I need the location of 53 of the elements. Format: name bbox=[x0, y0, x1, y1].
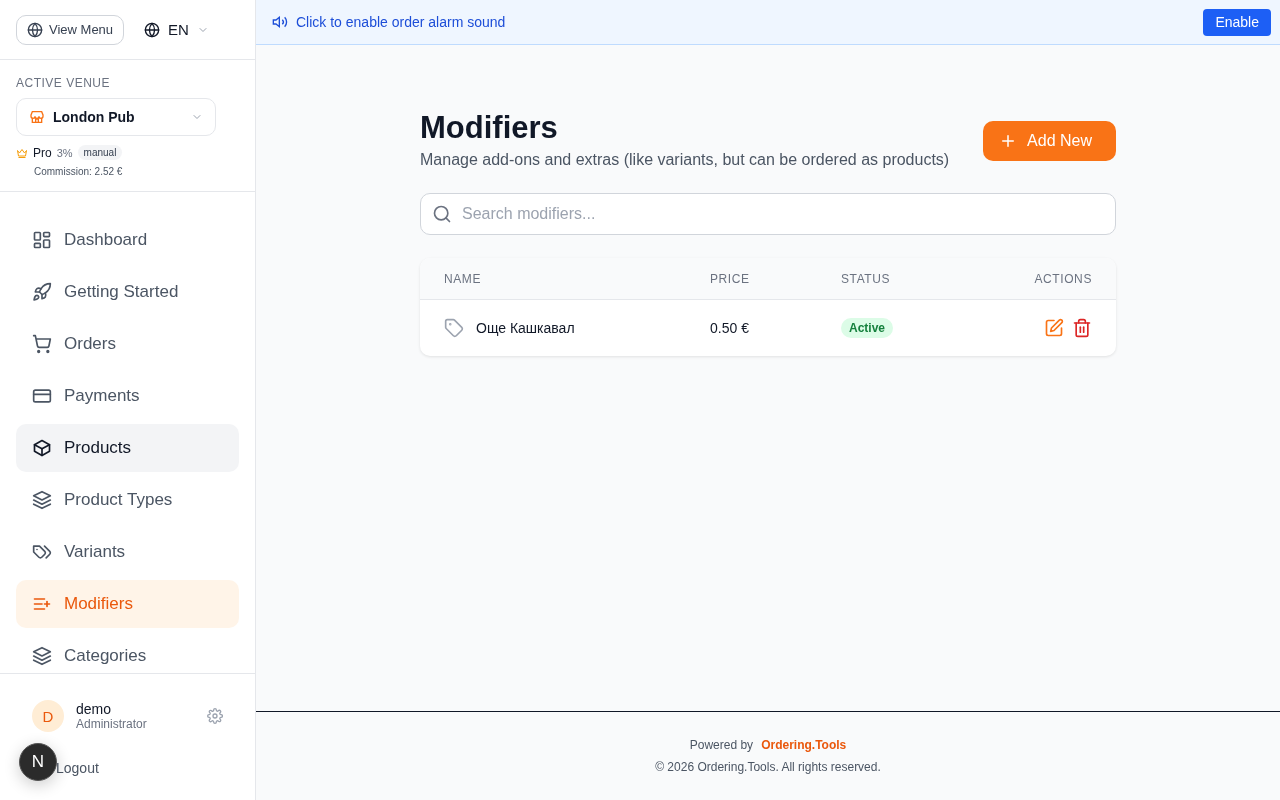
plan-mode-badge: manual bbox=[77, 145, 123, 160]
view-menu-button[interactable]: View Menu bbox=[16, 14, 125, 45]
language-selector[interactable]: EN bbox=[144, 21, 209, 38]
column-header: ACTIONS bbox=[1033, 271, 1092, 286]
enable-button[interactable]: Enable bbox=[1203, 8, 1271, 36]
plan-name: Pro bbox=[33, 145, 52, 160]
page-title: Modifiers bbox=[420, 109, 559, 147]
layers-icon bbox=[32, 490, 52, 510]
search-field[interactable]: Search modifiers... bbox=[420, 193, 1116, 235]
dev-tools-badge[interactable]: N bbox=[19, 743, 57, 781]
cart-icon bbox=[32, 334, 52, 354]
page-subtitle: Manage add-ons and extras (like variants, but can be ordered as products) bbox=[420, 151, 950, 169]
crown-icon bbox=[16, 146, 28, 159]
column-header: NAME bbox=[444, 271, 483, 286]
box-icon bbox=[32, 438, 52, 458]
plan-rate: 3% bbox=[56, 146, 73, 159]
column-header: STATUS bbox=[841, 271, 892, 286]
logout-button[interactable]: Logout bbox=[56, 758, 99, 778]
nav-item[interactable]: Product Types bbox=[16, 476, 239, 524]
nav-item[interactable]: Getting Started bbox=[16, 268, 239, 316]
nav-item[interactable]: Orders bbox=[16, 320, 239, 368]
delete-icon[interactable] bbox=[1072, 318, 1092, 338]
copyright-text: © 2026 Ordering.Tools. All rights reserved. bbox=[655, 760, 881, 774]
edit-icon[interactable] bbox=[1044, 318, 1064, 338]
nav-item[interactable]: Payments bbox=[16, 372, 239, 420]
card-icon bbox=[32, 386, 52, 406]
rocket-icon bbox=[32, 282, 52, 302]
globe-icon bbox=[27, 21, 43, 38]
commission-text: Commission: 2.52 € bbox=[34, 166, 124, 177]
status-badge: Active bbox=[841, 318, 894, 338]
speaker-icon bbox=[272, 14, 288, 30]
settings-icon[interactable] bbox=[207, 708, 223, 724]
nav-item[interactable]: Products bbox=[16, 424, 239, 472]
table-cell: Още Кашкавал bbox=[476, 320, 575, 336]
nav-item[interactable]: Dashboard bbox=[16, 216, 239, 264]
user-role: Administrator bbox=[76, 717, 148, 731]
nav-item[interactable]: Variants bbox=[16, 528, 239, 576]
store-icon bbox=[29, 109, 45, 125]
column-header: PRICE bbox=[710, 271, 751, 286]
grid-icon bbox=[32, 230, 52, 250]
powered-by-text: Powered by bbox=[689, 738, 754, 752]
layers-icon bbox=[32, 646, 52, 666]
user-name: demo bbox=[76, 701, 113, 717]
search-icon bbox=[432, 204, 452, 224]
alarm-sound-link[interactable]: Click to enable order alarm sound bbox=[296, 14, 1196, 30]
section-label: ACTIVE VENUE bbox=[16, 76, 112, 90]
venue-select[interactable]: London Pub bbox=[16, 98, 216, 136]
tags-icon bbox=[32, 542, 52, 562]
user-avatar: D bbox=[32, 700, 64, 732]
nav-item[interactable]: Categories bbox=[16, 632, 239, 673]
table-cell-text: 0.50 € bbox=[710, 320, 750, 336]
tag-icon bbox=[444, 318, 464, 338]
globe-icon bbox=[144, 21, 161, 38]
